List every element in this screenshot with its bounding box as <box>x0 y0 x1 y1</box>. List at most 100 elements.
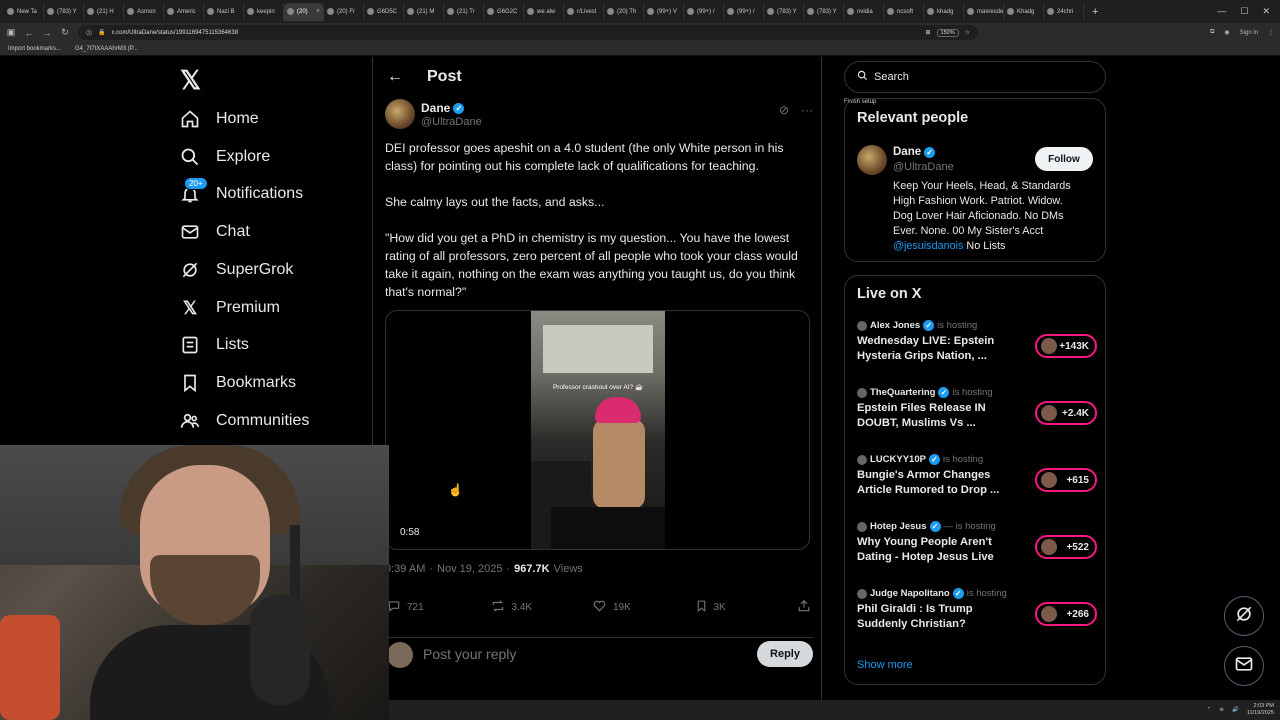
browser-tab[interactable]: Khadg <box>1004 2 1044 21</box>
live-item[interactable]: Alex Jones ✓ is hosting Wednesday LIVE: Eps… <box>857 320 1097 376</box>
person-name[interactable]: Dane <box>893 146 921 158</box>
nav-item-bookmarks[interactable]: Bookmarks <box>180 369 296 397</box>
live-title[interactable]: Wednesday LIVE: Epstein Hysteria Grips N… <box>857 334 1025 364</box>
volume-icon[interactable]: 🔊 <box>1232 707 1239 713</box>
tray-chevron-icon[interactable]: ⌃ <box>1207 707 1212 713</box>
browser-tab[interactable]: khadg <box>924 2 964 21</box>
live-listeners-badge[interactable]: +615 <box>1035 468 1097 492</box>
search-input[interactable]: Search <box>844 61 1106 93</box>
person-handle[interactable]: @UltraDane <box>893 161 954 173</box>
live-host-name[interactable]: LUCKYY10P <box>870 454 926 465</box>
live-host-name[interactable]: Judge Napolitano <box>870 588 950 599</box>
live-host-name[interactable]: Hotep Jesus <box>870 521 927 532</box>
browser-tab[interactable]: we alw <box>524 2 564 21</box>
sign-in-button[interactable]: Sign in <box>1240 30 1258 36</box>
star-icon[interactable]: ☆ <box>965 29 970 36</box>
more-icon[interactable]: ··· <box>801 103 813 117</box>
menu-icon[interactable]: ⋮ <box>1268 29 1274 36</box>
live-item[interactable]: LUCKYY10P ✓ is hosting Bungie's Armor Chang… <box>857 454 1097 510</box>
browser-tab[interactable]: New Ta <box>4 2 44 21</box>
tab-close-icon[interactable]: × <box>316 8 320 15</box>
minimize-icon[interactable]: — <box>1217 6 1226 17</box>
author-handle[interactable]: @UltraDane <box>421 116 482 128</box>
live-listeners-badge[interactable]: +2.4K <box>1035 401 1097 425</box>
reload-icon[interactable]: ↻ <box>60 27 70 38</box>
nav-item-lists[interactable]: Lists <box>180 331 249 359</box>
browser-tab[interactable]: (20) Fr <box>324 2 364 21</box>
browser-tab[interactable]: (20) Th <box>604 2 644 21</box>
browser-tab[interactable]: keepin <box>244 2 284 21</box>
maximize-icon[interactable]: ☐ <box>1240 6 1248 17</box>
grok-fab[interactable] <box>1224 596 1264 636</box>
browser-tab[interactable]: (99+) / <box>684 2 724 21</box>
profile-icon[interactable]: ◉ <box>1224 29 1229 36</box>
live-title[interactable]: Phil Giraldi : Is Trump Suddenly Christi… <box>857 602 1025 632</box>
browser-tab[interactable]: (99+) V <box>644 2 684 21</box>
post-date[interactable]: Nov 19, 2025 <box>437 563 502 575</box>
person-name-row[interactable]: Dane ✓ <box>893 146 936 158</box>
video-frame[interactable]: Professor crashout over AI? ☕ <box>531 311 665 549</box>
bio-link[interactable]: @jesuisdanois <box>893 240 963 252</box>
wifi-icon[interactable]: ≋ <box>1219 707 1224 713</box>
video-player[interactable]: Professor crashout over AI? ☕ 0:58 ☝ <box>385 310 810 550</box>
live-host-name[interactable]: TheQuartering <box>870 387 935 398</box>
browser-tab[interactable]: maxresdef <box>964 2 1004 21</box>
url-text[interactable]: x.com/UltraDane/status/19911694751153646… <box>112 30 920 36</box>
share-button[interactable] <box>797 599 811 616</box>
sidebar-toggle-icon[interactable]: ▣ <box>6 27 16 38</box>
browser-tab[interactable]: Nazi B <box>204 2 244 21</box>
close-window-icon[interactable]: ✕ <box>1262 6 1270 17</box>
back-arrow-icon[interactable]: ← <box>387 68 403 86</box>
browser-tab[interactable]: (783) Y <box>764 2 804 21</box>
reply-input[interactable]: Post your reply <box>423 646 516 662</box>
nav-item-supergrok[interactable]: SuperGrok <box>180 256 293 284</box>
browser-tab[interactable]: G6D5C <box>364 2 404 21</box>
show-more-link[interactable]: Show more <box>857 659 913 671</box>
browser-tab[interactable]: ncsoft <box>884 2 924 21</box>
address-bar[interactable]: ⓵ 🔒 x.com/UltraDane/status/1991169475115… <box>78 25 978 40</box>
live-item[interactable]: TheQuartering ✓ is hosting Epstein Files Re… <box>857 387 1097 443</box>
messages-fab[interactable] <box>1224 646 1264 686</box>
browser-tab[interactable]: (20) × <box>284 2 324 21</box>
bookmark-item[interactable]: G4_7t7tXAAAhrM3 (P... <box>75 46 138 52</box>
site-info-icon[interactable]: ⓵ <box>86 28 92 37</box>
like-button[interactable]: 19K <box>592 599 672 616</box>
live-title[interactable]: Epstein Files Release IN DOUBT, Muslims … <box>857 401 1025 431</box>
live-host-name[interactable]: Alex Jones <box>870 320 920 331</box>
live-listeners-badge[interactable]: +143K <box>1035 334 1097 358</box>
nav-item-communities[interactable]: Communities <box>180 407 309 435</box>
nav-item-explore[interactable]: Explore <box>180 143 270 171</box>
zoom-level[interactable]: 150% <box>936 28 959 37</box>
reply-submit-button[interactable]: Reply <box>757 641 813 667</box>
author-name-row[interactable]: Dane ✓ <box>421 101 465 115</box>
install-icon[interactable]: ⊞ <box>926 29 931 36</box>
bookmark-button[interactable]: 3K <box>695 599 775 616</box>
repost-button[interactable]: 3.4K <box>490 599 570 616</box>
browser-tab[interactable]: r/Livest <box>564 2 604 21</box>
avatar[interactable] <box>857 145 887 175</box>
browser-tab[interactable]: Americ <box>164 2 204 21</box>
live-title[interactable]: Why Young People Aren't Dating - Hotep J… <box>857 535 1025 565</box>
bookmark-import[interactable]: Import bookmarks... <box>8 46 61 52</box>
browser-tab[interactable]: 24chri <box>1044 2 1084 21</box>
forward-icon[interactable]: → <box>42 28 52 38</box>
live-item[interactable]: Judge Napolitano ✓ is hosting Phil Giraldi … <box>857 588 1097 644</box>
live-item[interactable]: Hotep Jesus ✓ — is hosting Why Young People… <box>857 521 1097 577</box>
browser-tab[interactable]: (99+) / <box>724 2 764 21</box>
live-listeners-badge[interactable]: +266 <box>1035 602 1097 626</box>
browser-tab[interactable]: (21) H <box>84 2 124 21</box>
avatar[interactable] <box>385 99 415 129</box>
nav-item-chat[interactable]: Chat <box>180 218 250 246</box>
x-logo-icon[interactable]: 𝕏 <box>180 65 201 96</box>
extensions-icon[interactable]: ⧉ <box>1210 29 1214 36</box>
taskbar-clock[interactable]: 2:03 PM 11/19/2025 <box>1247 703 1274 717</box>
browser-tab[interactable]: G6G2C <box>484 2 524 21</box>
grok-icon[interactable]: ⊘ <box>779 103 789 117</box>
nav-item-notifications[interactable]: 20+ Notifications <box>180 177 303 208</box>
browser-tab[interactable]: nvidia <box>844 2 884 21</box>
nav-item-premium[interactable]: 𝕏 Premium <box>180 294 280 322</box>
reply-button[interactable]: 721 <box>387 599 467 616</box>
browser-tab[interactable]: (783) Y <box>804 2 844 21</box>
new-tab-icon[interactable]: + <box>1092 6 1098 18</box>
browser-tab[interactable]: (21) Tr <box>444 2 484 21</box>
